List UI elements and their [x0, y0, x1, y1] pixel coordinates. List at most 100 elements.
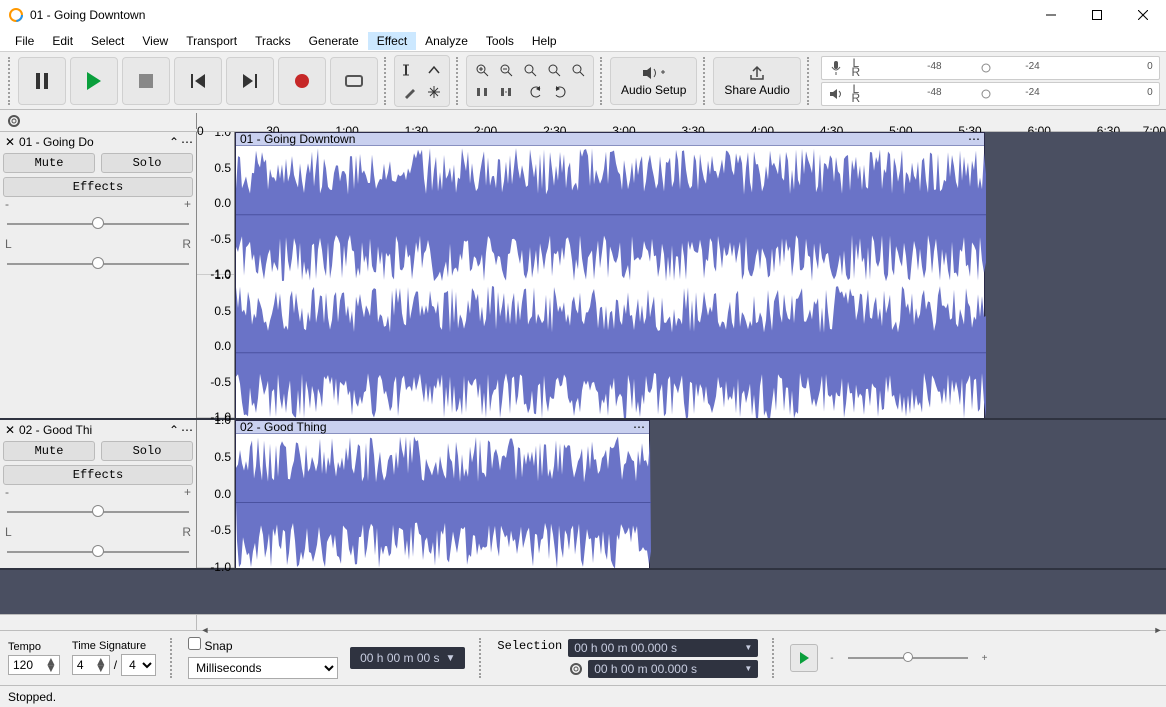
tracks-area: ✕01 - Going Do⌃⋯MuteSoloEffects-+LR1.00.…	[0, 132, 1166, 614]
selection-end-timecode[interactable]: 00 h 00 m 00.000 s▼	[588, 660, 758, 678]
toolbar-grip[interactable]	[456, 57, 460, 105]
playback-meter[interactable]: LR -48-240	[821, 82, 1160, 106]
timeline-ruler[interactable]: 0301:001:302:002:303:003:304:004:305:005…	[0, 110, 1166, 132]
solo-button[interactable]: Solo	[101, 441, 193, 461]
menu-edit[interactable]: Edit	[43, 32, 82, 50]
stop-button[interactable]	[122, 57, 170, 105]
tempo-input[interactable]: ▲▼	[8, 655, 60, 675]
tools-group	[394, 55, 450, 107]
audio-setup-button[interactable]: Audio Setup	[610, 57, 697, 105]
silence-icon[interactable]	[495, 82, 517, 102]
menu-transport[interactable]: Transport	[177, 32, 246, 50]
track-control-panel: ✕01 - Going Do⌃⋯MuteSoloEffects-+LR	[0, 132, 197, 418]
fit-project-icon[interactable]	[543, 60, 565, 80]
audio-clip[interactable]: 02 - Good Thing ⋯	[235, 420, 650, 568]
menu-tools[interactable]: Tools	[477, 32, 523, 50]
fit-selection-icon[interactable]	[519, 60, 541, 80]
play-button[interactable]	[70, 57, 118, 105]
toolbar-grip[interactable]	[772, 638, 776, 678]
collapse-icon[interactable]: ⌃	[169, 135, 179, 149]
clip-menu-icon[interactable]: ⋯	[633, 420, 645, 434]
menu-generate[interactable]: Generate	[300, 32, 368, 50]
toolbar-grip[interactable]	[600, 57, 604, 105]
pan-slider[interactable]	[7, 257, 189, 271]
loop-button[interactable]	[330, 57, 378, 105]
snap-checkbox[interactable]: Snap	[188, 637, 338, 653]
toolbar-grip[interactable]	[384, 57, 388, 105]
zoom-group	[466, 55, 594, 107]
main-toolbar: Audio Setup Share Audio LR -48-240 LR -4…	[0, 52, 1166, 110]
mute-button[interactable]: Mute	[3, 153, 95, 173]
gain-slider[interactable]	[7, 505, 189, 519]
window-maximize-button[interactable]	[1074, 0, 1120, 30]
mute-button[interactable]: Mute	[3, 441, 95, 461]
effects-button[interactable]: Effects	[3, 177, 193, 197]
skip-start-button[interactable]	[174, 57, 222, 105]
zoom-out-icon[interactable]	[495, 60, 517, 80]
audio-clip[interactable]: 01 - Going Downtown⋯	[235, 132, 985, 418]
play-at-speed-button[interactable]	[790, 644, 818, 672]
status-bar: Stopped.	[0, 685, 1166, 707]
menu-view[interactable]: View	[133, 32, 177, 50]
waveform-area[interactable]: 01 - Going Downtown⋯	[235, 132, 1166, 418]
share-audio-label: Share Audio	[724, 83, 789, 97]
menu-file[interactable]: File	[6, 32, 43, 50]
record-meter[interactable]: LR -48-240	[821, 56, 1160, 80]
gear-icon[interactable]	[6, 113, 22, 129]
time-signature-label: Time Signature	[72, 640, 156, 652]
track-close-button[interactable]: ✕	[3, 423, 17, 437]
track-menu-icon[interactable]: ⋯	[181, 135, 193, 149]
multi-tool-icon[interactable]	[423, 82, 445, 102]
snap-unit-select[interactable]: Milliseconds	[188, 657, 338, 679]
pan-slider[interactable]	[7, 545, 189, 559]
track-close-button[interactable]: ✕	[3, 135, 17, 149]
mic-icon	[822, 60, 850, 76]
app-logo-icon	[8, 7, 24, 23]
speaker-icon	[641, 65, 667, 81]
toolbar-grip[interactable]	[703, 57, 707, 105]
collapse-icon[interactable]: ⌃	[169, 423, 179, 437]
playback-speed-slider[interactable]	[838, 650, 978, 666]
selection-tool-icon[interactable]	[399, 60, 421, 80]
redo-icon[interactable]	[549, 82, 571, 102]
window-close-button[interactable]	[1120, 0, 1166, 30]
clip-menu-icon[interactable]: ⋯	[968, 132, 980, 146]
toolbar-grip[interactable]	[8, 57, 12, 105]
record-button[interactable]	[278, 57, 326, 105]
ts-denominator-select[interactable]: 4	[121, 654, 156, 676]
toolbar-grip[interactable]	[479, 638, 483, 678]
track-name[interactable]: 01 - Going Do	[19, 135, 167, 149]
menubar: FileEditSelectViewTransportTracksGenerat…	[0, 30, 1166, 52]
selection-start-timecode[interactable]: 00 h 00 m 00.000 s▼	[568, 639, 758, 657]
zoom-in-icon[interactable]	[471, 60, 493, 80]
share-audio-button[interactable]: Share Audio	[713, 57, 800, 105]
gain-slider[interactable]	[7, 217, 189, 231]
track-menu-icon[interactable]: ⋯	[181, 423, 193, 437]
trim-icon[interactable]	[471, 82, 493, 102]
menu-select[interactable]: Select	[82, 32, 133, 50]
ts-numerator-input[interactable]: ▲▼	[72, 655, 110, 675]
envelope-tool-icon[interactable]	[423, 60, 445, 80]
solo-button[interactable]: Solo	[101, 153, 193, 173]
track-name[interactable]: 02 - Good Thi	[19, 423, 167, 437]
toolbar-grip[interactable]	[170, 638, 174, 678]
horizontal-scrollbar[interactable]: ◄►	[0, 614, 1166, 630]
menu-analyze[interactable]: Analyze	[416, 32, 477, 50]
menu-tracks[interactable]: Tracks	[246, 32, 300, 50]
toolbar-grip[interactable]	[807, 57, 811, 105]
effects-button[interactable]: Effects	[3, 465, 193, 485]
menu-help[interactable]: Help	[523, 32, 566, 50]
gear-icon[interactable]	[568, 661, 584, 677]
undo-icon[interactable]	[525, 82, 547, 102]
waveform-area[interactable]: 02 - Good Thing ⋯	[235, 420, 1166, 568]
clip-title: 02 - Good Thing	[240, 420, 327, 434]
bottom-toolbar: Tempo ▲▼ Time Signature ▲▼ / 4 Snap Mill…	[0, 630, 1166, 685]
main-timecode[interactable]: 00 h 00 m 00 s▼	[350, 647, 465, 669]
skip-end-button[interactable]	[226, 57, 274, 105]
window-minimize-button[interactable]	[1028, 0, 1074, 30]
zoom-toggle-icon[interactable]	[567, 60, 589, 80]
dropdown-icon[interactable]: ▼	[446, 653, 456, 664]
pause-button[interactable]	[18, 57, 66, 105]
draw-tool-icon[interactable]	[399, 82, 421, 102]
menu-effect[interactable]: Effect	[368, 32, 416, 50]
